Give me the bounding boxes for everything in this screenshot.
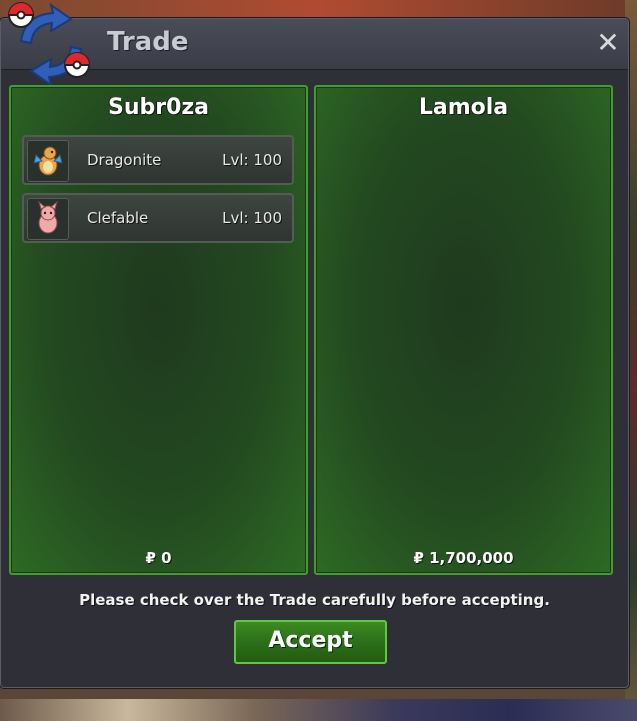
right-money-amount: ₽ 1,700,000	[413, 549, 514, 567]
pokeball-icon	[8, 2, 34, 28]
trade-window: Trade ✕ Subr0za Dragonite Lvl: 100 Clefa…	[0, 2, 629, 688]
pokeball-icon	[64, 52, 90, 78]
left-player-name: Subr0za	[107, 95, 210, 120]
accept-button[interactable]: Accept	[234, 620, 387, 664]
pokemon-name: Dragonite	[87, 151, 162, 169]
pokemon-slot[interactable]: Clefable Lvl: 100	[22, 193, 294, 243]
right-trade-panel: Lamola ₽ 1,700,000	[314, 85, 613, 575]
left-trade-panel: Subr0za Dragonite Lvl: 100 Clefable Lvl:…	[9, 85, 308, 575]
trade-arrows-icon	[8, 2, 90, 88]
game-background-bottom	[0, 699, 637, 721]
right-player-name: Lamola	[418, 95, 509, 120]
pokemon-name: Clefable	[87, 209, 149, 227]
window-title: Trade	[107, 27, 189, 57]
left-money-amount: ₽ 0	[145, 549, 172, 567]
clefable-icon	[27, 198, 69, 240]
pokemon-slot[interactable]: Dragonite Lvl: 100	[22, 135, 294, 185]
trade-notice: Please check over the Trade carefully be…	[79, 591, 550, 609]
dragonite-icon	[27, 140, 69, 182]
close-icon[interactable]: ✕	[594, 29, 622, 57]
pokemon-level: Lvl: 100	[222, 151, 282, 169]
pokemon-level: Lvl: 100	[222, 209, 282, 227]
